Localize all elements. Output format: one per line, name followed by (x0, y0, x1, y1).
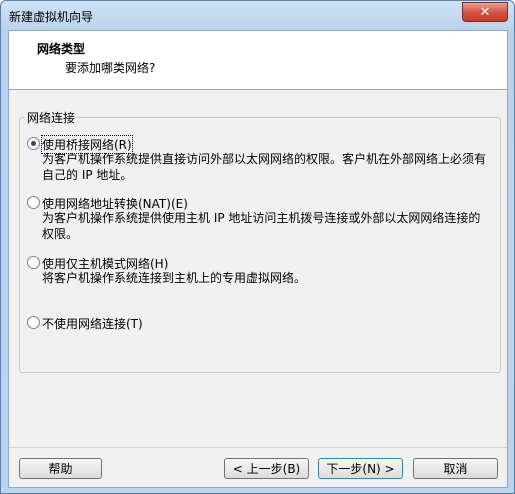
group-label: 网络连接 (25, 109, 78, 126)
radio-no-network[interactable] (27, 316, 40, 329)
title-bar[interactable]: 新建虚拟机向导 ✕ (1, 1, 514, 29)
option-bridged-desc: 为客户机操作系统提供直接访问外部以太网网络的权限。客户机在外部网络上必须有自己的… (42, 152, 487, 182)
radio-bridged[interactable] (27, 137, 40, 150)
button-separator (9, 447, 507, 448)
wizard-header: 网络类型 要添加哪类网络? (9, 31, 507, 90)
cancel-button[interactable]: 取消 (413, 458, 498, 479)
wizard-content: 网络类型 要添加哪类网络? 网络连接 使用桥接网络(R) 为客户机操作系统提供直… (8, 30, 508, 488)
option-host-only-desc: 将客户机操作系统连接到主机上的专用虚拟网络。 (42, 271, 307, 285)
page-subtitle: 要添加哪类网络? (65, 61, 156, 75)
close-icon: ✕ (479, 4, 491, 20)
radio-host-only[interactable] (27, 256, 40, 269)
window-title: 新建虚拟机向导 (9, 10, 94, 24)
radio-nat[interactable] (27, 196, 40, 209)
wizard-window: 新建虚拟机向导 ✕ 网络类型 要添加哪类网络? 网络连接 使用桥接网络(R) 为… (0, 0, 515, 494)
option-nat-desc: 为客户机操作系统提供使用主机 IP 地址访问主机拨号连接或外部以太网网络连接的权… (42, 211, 481, 241)
page-title: 网络类型 (37, 42, 86, 56)
help-button[interactable]: 帮助 (19, 458, 102, 479)
back-button[interactable]: < 上一步(B) (224, 458, 309, 479)
next-button[interactable]: 下一步(N) > (318, 458, 403, 479)
option-no-network-label[interactable]: 不使用网络连接(T) (42, 315, 143, 332)
close-button[interactable]: ✕ (462, 2, 508, 22)
